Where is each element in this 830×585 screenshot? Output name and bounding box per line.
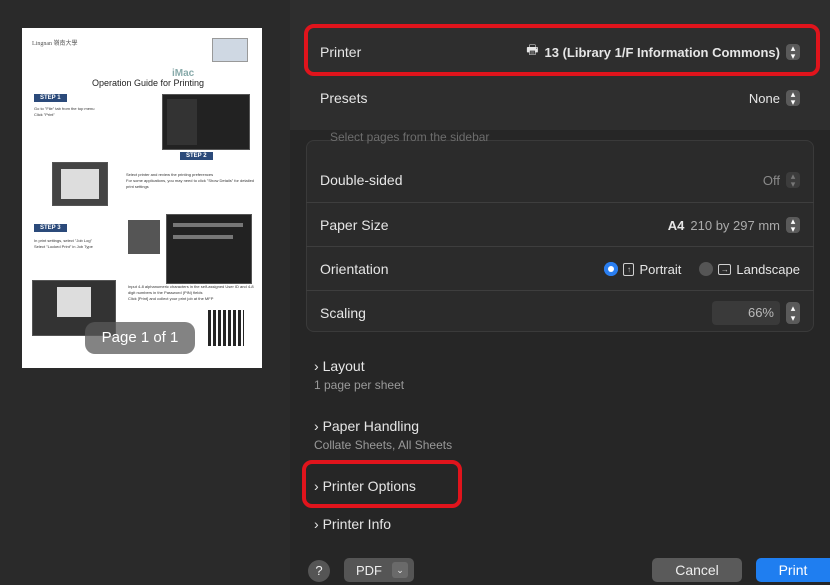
portrait-icon: ↑: [623, 262, 635, 276]
page-preview-thumbnail[interactable]: Lingnan 嶺南大學 iMac Operation Guide for Pr…: [22, 28, 262, 368]
double-sided-row[interactable]: Double-sided Off ▴ ▾: [306, 158, 814, 202]
print-button[interactable]: Print: [756, 558, 830, 582]
doc-imac-image: [212, 38, 248, 62]
printer-row-highlight: [304, 24, 820, 76]
preview-pane: Lingnan 嶺南大學 iMac Operation Guide for Pr…: [0, 0, 290, 585]
scaling-stepper[interactable]: ▴ ▾: [786, 302, 800, 324]
double-sided-chevron-icon: ▴ ▾: [786, 172, 800, 189]
doc-step-2: STEP 2: [180, 152, 213, 160]
doc-step-1-text: Go to "File" tab from the top menu Click…: [34, 106, 95, 117]
layout-section[interactable]: › Layout 1 page per sheet: [314, 358, 614, 392]
chevron-right-icon: ›: [314, 418, 319, 434]
faded-hint-text: Select pages from the sidebar: [330, 130, 490, 144]
paper-size-chevron-icon: ▴ ▾: [786, 217, 800, 234]
doc-screenshot-3b: [166, 214, 252, 284]
chevron-right-icon: ›: [314, 516, 319, 532]
doc-qr-code: [208, 310, 244, 346]
printer-info-section[interactable]: › Printer Info: [314, 516, 614, 532]
doc-org-logo: Lingnan 嶺南大學: [32, 41, 78, 47]
chevron-down-icon: ⌄: [392, 562, 408, 578]
scaling-row: Scaling 66% ▴ ▾: [306, 291, 814, 335]
cancel-button[interactable]: Cancel: [652, 558, 742, 582]
doc-step-3-text: In print settings, select "Job Log" Sele…: [34, 238, 93, 249]
presets-select[interactable]: None ▴ ▾: [749, 90, 800, 107]
print-settings-pane: Printer 🖶 13 (Library 1/F Information Co…: [290, 0, 830, 585]
portrait-label[interactable]: Portrait: [639, 262, 681, 277]
paper-handling-section[interactable]: › Paper Handling Collate Sheets, All She…: [314, 418, 614, 452]
landscape-radio[interactable]: [699, 262, 714, 276]
doc-title: Operation Guide for Printing: [92, 78, 205, 88]
paper-size-row[interactable]: Paper Size A4 210 by 297 mm ▴ ▾: [306, 203, 814, 247]
doc-step-4-text: Input 4-8 alphanumeric characters in the…: [128, 284, 254, 301]
landscape-icon: →: [718, 263, 732, 275]
doc-step-1: STEP 1: [34, 94, 67, 102]
doc-step-3: STEP 3: [34, 224, 67, 232]
doc-step-2-text: Select printer and review the printing p…: [126, 172, 255, 189]
presets-select-chevron-icon: ▴ ▾: [786, 90, 800, 107]
printer-options-highlight: [302, 460, 462, 508]
doc-screenshot-1: [162, 94, 250, 150]
pdf-menu-button[interactable]: PDF ⌄: [344, 558, 414, 582]
doc-screenshot-3a: [128, 220, 160, 254]
page-indicator: Page 1 of 1: [85, 322, 195, 354]
presets-row[interactable]: Presets None ▴ ▾: [306, 76, 814, 120]
help-button[interactable]: ?: [308, 560, 330, 582]
scaling-input[interactable]: 66%: [712, 301, 780, 325]
landscape-label[interactable]: Landscape: [736, 262, 800, 277]
double-sided-select[interactable]: Off ▴ ▾: [763, 172, 800, 189]
chevron-right-icon: ›: [314, 358, 319, 374]
portrait-radio[interactable]: [604, 262, 619, 276]
paper-size-select[interactable]: A4 210 by 297 mm ▴ ▾: [668, 217, 800, 234]
doc-screenshot-2: [52, 162, 108, 206]
orientation-row: Orientation ↑ Portrait → Landscape: [320, 261, 800, 277]
